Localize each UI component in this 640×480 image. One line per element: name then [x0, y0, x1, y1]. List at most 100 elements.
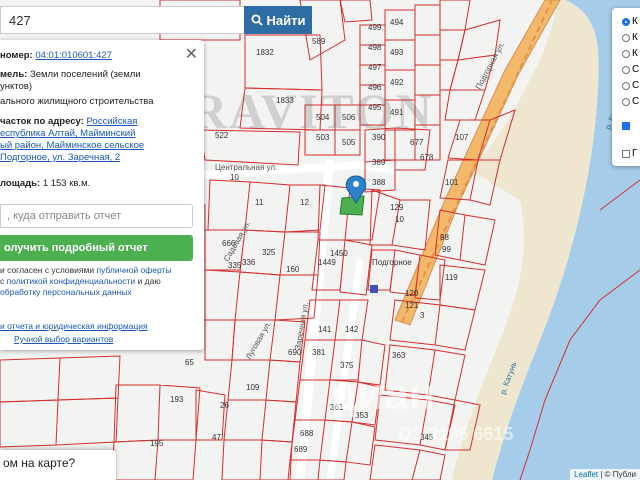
land-category-line2: унктов)	[0, 81, 32, 92]
address-label: часток по адресу:	[0, 116, 84, 127]
svg-text:1450: 1450	[330, 249, 348, 258]
radio-icon[interactable]	[622, 81, 630, 90]
where-on-map-box[interactable]: ом на карте?	[0, 450, 116, 480]
svg-text:98: 98	[440, 233, 449, 242]
svg-text:10: 10	[230, 173, 239, 182]
svg-text:389: 389	[372, 158, 386, 167]
attribution-provider: Публи	[612, 470, 636, 479]
svg-text:325: 325	[262, 248, 276, 257]
agree-text-3: и даю	[135, 276, 161, 286]
svg-text:120: 120	[405, 289, 419, 298]
cadastral-label: номер:	[0, 50, 33, 61]
svg-text:47: 47	[212, 433, 221, 442]
search-bar: Найти	[0, 6, 312, 34]
svg-text:689: 689	[294, 445, 308, 454]
layer-overlay-1[interactable]	[622, 122, 632, 130]
agree-text-2: с	[0, 276, 7, 286]
svg-text:381: 381	[312, 348, 326, 357]
radio-icon[interactable]	[622, 49, 630, 58]
svg-text:678: 678	[420, 153, 434, 162]
checkbox-icon[interactable]	[622, 122, 630, 130]
svg-text:589: 589	[312, 37, 326, 46]
layer-label: С	[632, 64, 640, 75]
search-button[interactable]: Найти	[244, 6, 312, 34]
layer-option-6[interactable]: С	[622, 96, 639, 107]
address-link-4[interactable]: Подгорное, ул. Заречная, 2	[0, 152, 120, 163]
svg-text:101: 101	[445, 178, 459, 187]
svg-text:99: 99	[442, 245, 451, 254]
close-icon[interactable]: ✕	[185, 44, 198, 64]
land-category-value: Земли поселений (земли	[30, 69, 141, 80]
address-link-3[interactable]: ый район, Майминское сельское	[0, 140, 144, 151]
layer-label: С	[632, 80, 640, 91]
legal-info-link[interactable]: и отчета и юридическая информация	[0, 321, 148, 331]
search-input[interactable]	[0, 6, 244, 34]
layer-overlay-2[interactable]: Г	[622, 148, 637, 159]
search-icon	[251, 14, 263, 26]
layers-panel: К К К С С С Г	[612, 8, 640, 166]
svg-text:388: 388	[372, 178, 386, 187]
cadastral-number-link[interactable]: 04:01:010601:427	[35, 50, 112, 61]
search-button-label: Найти	[266, 12, 306, 28]
svg-text:3: 3	[420, 311, 425, 320]
selected-parcel	[339, 195, 365, 216]
svg-text:141: 141	[318, 325, 332, 334]
radio-icon[interactable]	[622, 97, 630, 106]
address-link-2[interactable]: еспублика Алтай, Майминский	[0, 128, 135, 139]
parcel-info-card: ✕ номер: 04:01:010601:427 мель: Земли по…	[0, 40, 204, 350]
svg-text:499: 499	[368, 23, 382, 32]
svg-text:142: 142	[345, 325, 359, 334]
layer-label: К	[632, 32, 638, 43]
svg-text:12: 12	[300, 198, 309, 207]
attribution-separator: | ©	[598, 470, 613, 479]
area-value: 1 153 кв.м.	[42, 178, 91, 189]
land-use-line: ального жилищного строительства	[0, 96, 154, 107]
radio-icon[interactable]	[622, 17, 630, 26]
personal-data-link[interactable]: обработку персональных данных	[0, 287, 132, 297]
svg-text:26: 26	[220, 401, 229, 410]
checkbox-icon[interactable]	[622, 149, 630, 158]
land-category-label: мель:	[0, 69, 28, 80]
svg-text:497: 497	[368, 63, 382, 72]
email-input[interactable]: , куда отправить отчет	[0, 204, 193, 228]
bus-stop-icon	[370, 285, 378, 293]
layer-option-1[interactable]: К	[622, 16, 638, 27]
get-report-button[interactable]: олучить подробный отчет	[0, 235, 193, 261]
svg-text:109: 109	[246, 383, 260, 392]
svg-text:10: 10	[395, 215, 404, 224]
svg-text:498: 498	[368, 43, 382, 52]
svg-text:494: 494	[390, 18, 404, 27]
svg-text:11: 11	[255, 198, 264, 207]
layer-label: К	[632, 48, 638, 59]
layer-option-4[interactable]: С	[622, 64, 639, 75]
radio-icon[interactable]	[622, 65, 630, 74]
svg-text:193: 193	[170, 395, 184, 404]
svg-text:160: 160	[286, 265, 300, 274]
watermark-cian: циан	[330, 370, 436, 419]
leaflet-link[interactable]: Leaflet	[574, 470, 598, 479]
watermark-phone: ОЗ 3195 6615	[398, 424, 514, 444]
radio-icon[interactable]	[622, 33, 630, 42]
map-attribution: Leaflet | © Публи	[570, 469, 640, 480]
manual-selection-link[interactable]: Ручной выбор вариантов	[14, 334, 113, 344]
layer-option-5[interactable]: С	[622, 80, 639, 91]
area-label: лощадь:	[0, 178, 41, 189]
layer-option-3[interactable]: К	[622, 48, 638, 59]
address-link-1[interactable]: Российская	[87, 116, 138, 127]
privacy-policy-link[interactable]: политикой конфиденциальности	[7, 276, 136, 286]
place-label-podgornoe: Подгорное	[372, 258, 412, 267]
svg-text:375: 375	[340, 361, 354, 370]
svg-text:129: 129	[390, 203, 404, 212]
layer-option-2[interactable]: К	[622, 32, 638, 43]
layer-label: К	[632, 16, 638, 27]
agree-text-1: и согласен с условиями	[0, 265, 97, 275]
street-label-central: Центральная ул.	[215, 163, 277, 172]
agreement-text: и согласен с условиями публичной оферты …	[0, 265, 200, 298]
public-offer-link[interactable]: публичной оферты	[96, 265, 171, 275]
svg-text:493: 493	[390, 48, 404, 57]
svg-text:1449: 1449	[318, 258, 336, 267]
svg-text:107: 107	[455, 133, 469, 142]
layer-label: С	[632, 96, 640, 107]
svg-text:65: 65	[185, 358, 194, 367]
svg-text:1832: 1832	[256, 48, 274, 57]
